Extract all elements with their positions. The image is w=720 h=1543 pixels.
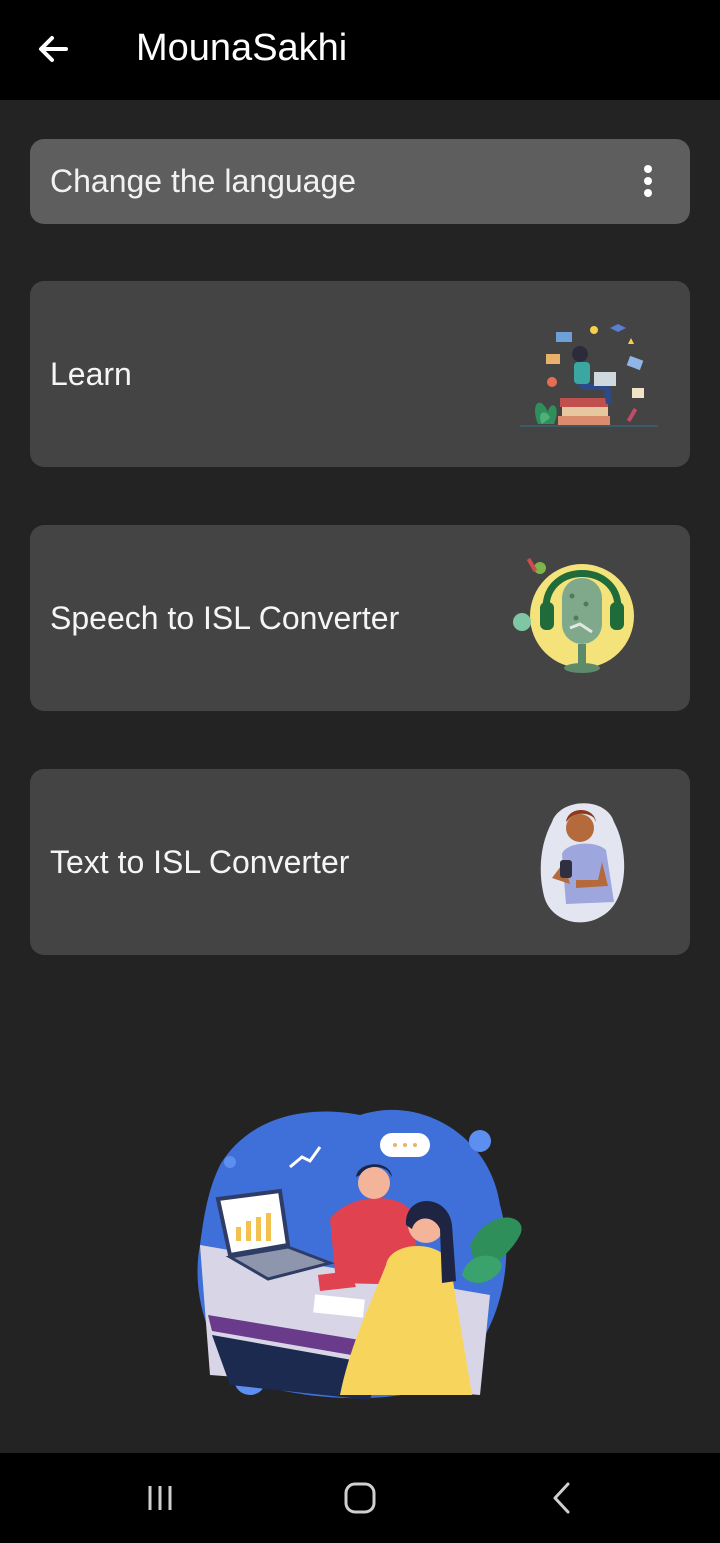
change-language-label: Change the language	[50, 163, 357, 199]
microphone-headphones-illustration	[513, 557, 634, 673]
person-with-phone-illustration	[540, 803, 625, 923]
arrow-left-icon	[39, 36, 68, 62]
app-bar: MounaSakhi	[0, 0, 720, 100]
change-language-button[interactable]: Change the language	[30, 139, 690, 224]
more-options-button[interactable]	[628, 161, 668, 201]
student-studying-illustration	[520, 324, 658, 427]
more-vertical-icon	[644, 165, 652, 197]
speech-to-isl-card[interactable]: Speech to ISL Converter	[30, 525, 690, 711]
learn-label: Learn	[50, 356, 132, 392]
recent-apps-button[interactable]	[130, 1478, 190, 1518]
learn-card[interactable]: Learn	[30, 281, 690, 467]
system-nav-bar	[0, 1453, 720, 1543]
home-button[interactable]	[330, 1478, 390, 1518]
speech-to-isl-label: Speech to ISL Converter	[50, 600, 400, 636]
home-icon	[344, 1482, 376, 1514]
text-to-isl-card[interactable]: Text to ISL Converter	[30, 769, 690, 955]
recent-apps-icon	[148, 1486, 172, 1510]
nav-back-icon	[553, 1482, 570, 1514]
nav-back-button[interactable]	[532, 1478, 592, 1518]
page-title: MounaSakhi	[136, 27, 348, 69]
back-button[interactable]	[30, 26, 76, 72]
text-to-isl-label: Text to ISL Converter	[50, 844, 350, 880]
team-meeting-illustration	[197, 1109, 522, 1400]
